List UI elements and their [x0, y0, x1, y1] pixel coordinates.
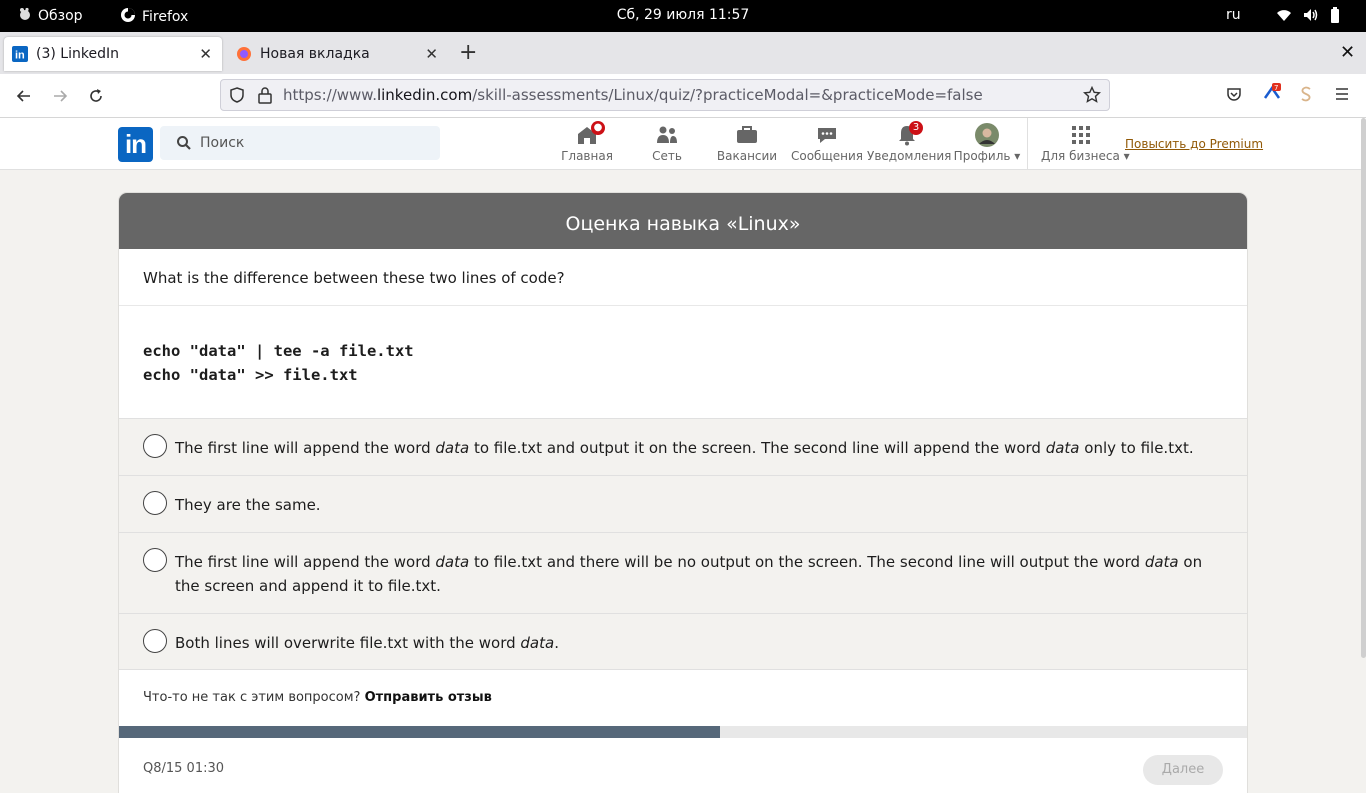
clock[interactable]: Сб, 29 июля 11:57 — [0, 7, 1366, 23]
answer-option[interactable]: Both lines will overwrite file.txt with … — [119, 613, 1247, 670]
radio-button[interactable] — [143, 629, 167, 653]
nav-label: Вакансии — [716, 149, 778, 163]
nav-label: Сеть — [652, 149, 682, 163]
answer-option[interactable]: They are the same. — [119, 475, 1247, 532]
grid-icon — [1069, 123, 1093, 147]
arrow-left-icon — [16, 90, 30, 102]
premium-link[interactable]: Повысить до Premium — [1125, 137, 1263, 151]
progress-fill — [119, 726, 721, 738]
nav-label: Для бизнеса ▾ — [1041, 149, 1130, 163]
close-tab-icon[interactable]: ✕ — [425, 45, 438, 63]
caret-down-icon: ▾ — [1123, 149, 1130, 163]
avatar — [975, 123, 999, 147]
home-notification-dot: ● — [591, 121, 605, 135]
search-input[interactable] — [198, 126, 428, 160]
navigation-toolbar: https://www.linkedin.com/skill-assessmen… — [0, 74, 1366, 118]
nav-network[interactable]: Сеть — [627, 118, 707, 170]
caret-down-icon: ▾ — [1014, 149, 1021, 163]
answer-text: The first line will append the word data… — [175, 553, 1203, 595]
messaging-icon — [815, 123, 839, 147]
answer-text: They are the same. — [175, 496, 321, 514]
answer-option[interactable]: The first line will append the word data… — [119, 532, 1247, 613]
radio-button[interactable] — [143, 491, 167, 515]
nav-jobs[interactable]: Вакансии — [707, 118, 787, 170]
window-close-icon[interactable]: ✕ — [1340, 42, 1355, 63]
forward-button[interactable] — [48, 84, 72, 108]
tab-linkedin[interactable]: in (3) LinkedIn ✕ — [4, 37, 222, 71]
tracking-protection-icon[interactable] — [229, 87, 245, 107]
linkedin-favicon-icon: in — [12, 46, 28, 62]
close-tab-icon[interactable]: ✕ — [199, 45, 212, 63]
progress-bar — [119, 726, 1247, 738]
feedback-line: Что-то не так с этим вопросом? Отправить… — [143, 690, 492, 705]
radio-button[interactable] — [143, 548, 167, 572]
arrow-right-icon — [54, 90, 68, 102]
question-counter: Q8/15 01:30 — [143, 761, 225, 776]
nav-label: Главная — [561, 149, 613, 163]
lock-icon[interactable] — [257, 86, 273, 108]
code-block: echo "data" | tee -a file.txt echo "data… — [143, 342, 414, 384]
reload-button[interactable] — [84, 84, 108, 108]
answer-text: Both lines will overwrite file.txt with … — [175, 634, 559, 652]
svg-text:in: in — [15, 50, 25, 62]
firefox-favicon-icon — [236, 46, 252, 62]
extension-icon[interactable]: 7 — [1262, 82, 1282, 106]
network-icon — [655, 123, 679, 147]
answer-option[interactable]: The first line will append the word data… — [119, 418, 1247, 475]
send-feedback-link[interactable]: Отправить отзыв — [365, 690, 492, 705]
svg-text:7: 7 — [1274, 84, 1278, 92]
reload-icon — [90, 89, 102, 102]
search-icon — [176, 135, 192, 155]
tab-title: (3) LinkedIn — [36, 46, 119, 62]
volume-icon — [1303, 8, 1319, 26]
quiz-card: Оценка навыка «Linux» What is the differ… — [119, 193, 1247, 793]
page-scrollbar[interactable] — [1361, 118, 1366, 658]
tab-new-tab[interactable]: Новая вкладка ✕ — [228, 37, 448, 71]
jobs-icon — [735, 123, 759, 147]
url-text[interactable]: https://www.linkedin.com/skill-assessmen… — [283, 86, 983, 104]
battery-icon — [1330, 7, 1340, 27]
nav-label: Профиль ▾ — [953, 149, 1021, 163]
new-tab-button[interactable]: + — [459, 39, 477, 67]
wifi-icon — [1276, 8, 1292, 26]
bookmark-star-icon[interactable] — [1082, 85, 1102, 108]
nav-for-business[interactable]: Для бизнеса ▾ — [1041, 118, 1130, 170]
system-top-bar: Обзор Firefox Сб, 29 июля 11:57 ru — [0, 0, 1366, 32]
keyboard-layout[interactable]: ru — [1226, 7, 1241, 23]
tab-title: Новая вкладка — [260, 46, 370, 62]
radio-button[interactable] — [143, 434, 167, 458]
linkedin-global-nav: in ● Главная Сеть Вакансии Сообщения — [0, 118, 1366, 170]
linkedin-logo[interactable]: in — [118, 127, 153, 162]
answer-text: The first line will append the word data… — [175, 439, 1194, 457]
address-bar[interactable]: https://www.linkedin.com/skill-assessmen… — [220, 79, 1110, 111]
search-box[interactable] — [160, 126, 440, 160]
nav-messaging[interactable]: Сообщения — [787, 118, 867, 170]
quiz-title: Оценка навыка «Linux» — [119, 193, 1247, 249]
next-button[interactable]: Далее — [1143, 755, 1223, 785]
nav-label: Сообщения — [790, 149, 863, 163]
nav-home[interactable]: ● Главная — [547, 118, 627, 170]
nav-label: Уведомления — [867, 149, 952, 163]
back-button[interactable] — [12, 84, 36, 108]
tab-bar: in (3) LinkedIn ✕ Новая вкладка ✕ + ✕ — [0, 32, 1366, 74]
system-tray[interactable] — [1276, 7, 1340, 27]
pocket-icon[interactable] — [1226, 86, 1242, 106]
notification-badge: 3 — [909, 121, 923, 135]
nav-notifications[interactable]: 3 Уведомления — [867, 118, 952, 170]
question-text: What is the difference between these two… — [143, 269, 565, 287]
extension-s-icon[interactable] — [1298, 86, 1314, 106]
nav-profile[interactable]: Профиль ▾ — [947, 118, 1027, 170]
divider — [119, 305, 1247, 306]
nav-divider — [1027, 118, 1028, 170]
hamburger-menu-icon[interactable] — [1334, 86, 1350, 106]
